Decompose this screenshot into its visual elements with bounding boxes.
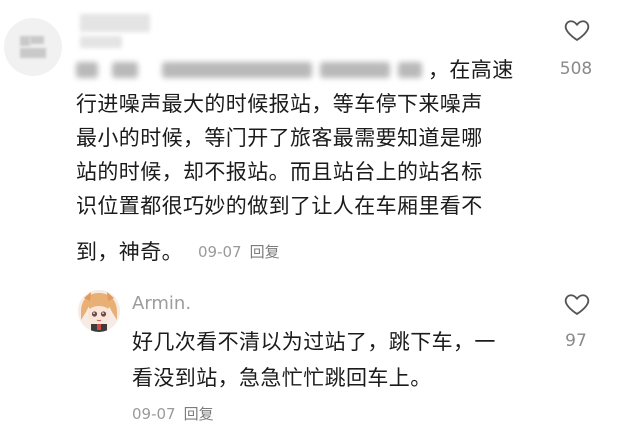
comment-meta: 09-07 回复 (198, 242, 280, 262)
comment-text-line: 到，神奇。 (76, 240, 183, 264)
redacted-text (76, 56, 426, 84)
username-redacted[interactable] (80, 14, 150, 32)
avatar[interactable] (4, 18, 62, 76)
anime-avatar-icon (78, 290, 120, 332)
reply-text-line: 好几次看不清以为过站了，跳下车，一 (132, 330, 496, 354)
heart-outline-icon[interactable] (562, 16, 592, 44)
like-count: 508 (559, 59, 593, 79)
reply-button[interactable]: 回复 (250, 243, 280, 261)
comment-date: 09-07 (198, 243, 242, 261)
comment-text-line: ，在高速 (428, 58, 514, 82)
comment-text-line: 行进噪声最大的时候报站，等车停下来噪声 (76, 92, 483, 116)
reply-meta: 09-07 回复 (132, 404, 214, 424)
comment-text-line: 站的时候，却不报站。而且站台上的站名标 (76, 160, 483, 184)
reply-text-line: 看没到站，急急忙忙跳回车上。 (132, 366, 432, 390)
like-count: 97 (565, 331, 587, 351)
reply-date: 09-07 (132, 405, 176, 423)
username-redacted-2 (80, 36, 122, 48)
heart-outline-icon[interactable] (562, 290, 592, 318)
comment-text-line: 最小的时候，等门开了旅客最需要知道是哪 (76, 126, 483, 150)
avatar[interactable] (78, 290, 120, 332)
reply-button[interactable]: 回复 (184, 405, 214, 423)
comment-text-line: 识位置都很巧妙的做到了让人在车厢里看不 (76, 194, 483, 218)
reply-username[interactable]: Armin. (132, 292, 191, 316)
